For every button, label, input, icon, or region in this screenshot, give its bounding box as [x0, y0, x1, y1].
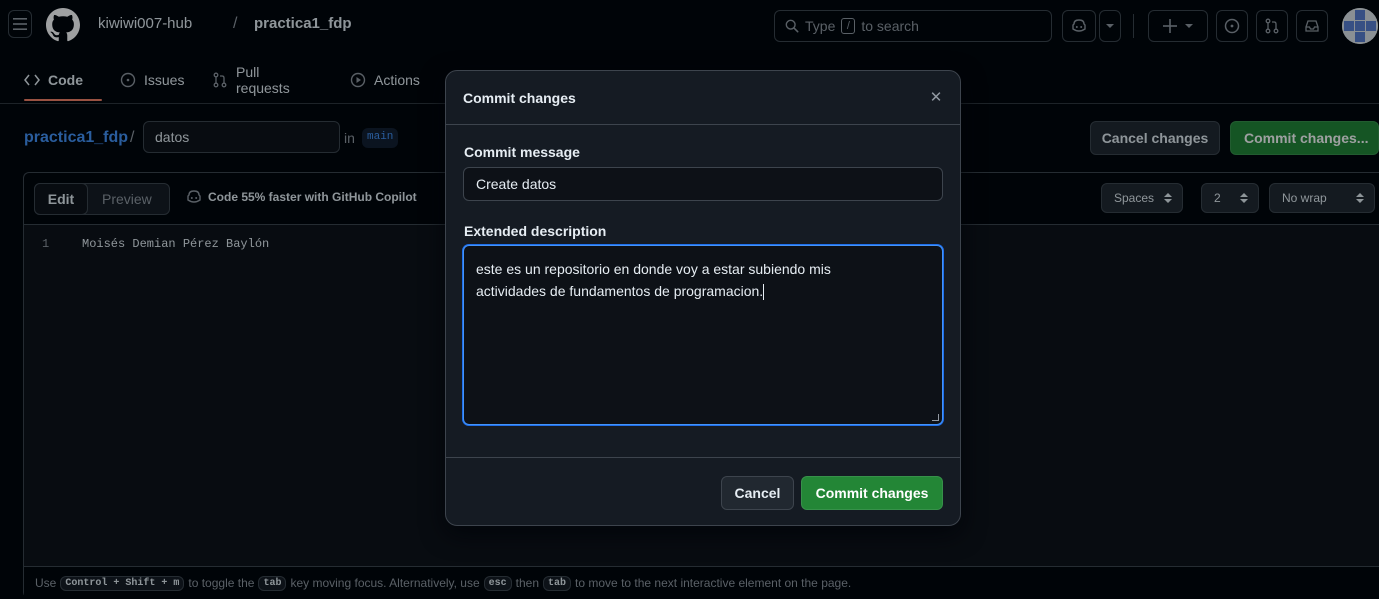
close-icon[interactable]: ✕ — [924, 85, 948, 109]
extended-description-label: Extended description — [464, 223, 607, 239]
commit-dialog: Commit changes ✕ Commit message Create d… — [445, 70, 961, 526]
cancel-button[interactable]: Cancel — [721, 476, 794, 510]
commit-changes-submit-button[interactable]: Commit changes — [801, 476, 943, 510]
text-cursor — [763, 284, 765, 301]
description-text: este es un repositorio en donde voy a es… — [476, 261, 831, 299]
extended-description-textarea[interactable]: este es un repositorio en donde voy a es… — [463, 245, 943, 425]
commit-message-label: Commit message — [464, 144, 580, 160]
dialog-divider — [446, 124, 960, 125]
dialog-divider — [446, 457, 960, 458]
resize-handle-icon[interactable] — [932, 414, 939, 421]
dialog-title: Commit changes — [463, 90, 576, 106]
commit-message-input[interactable]: Create datos — [463, 167, 943, 201]
